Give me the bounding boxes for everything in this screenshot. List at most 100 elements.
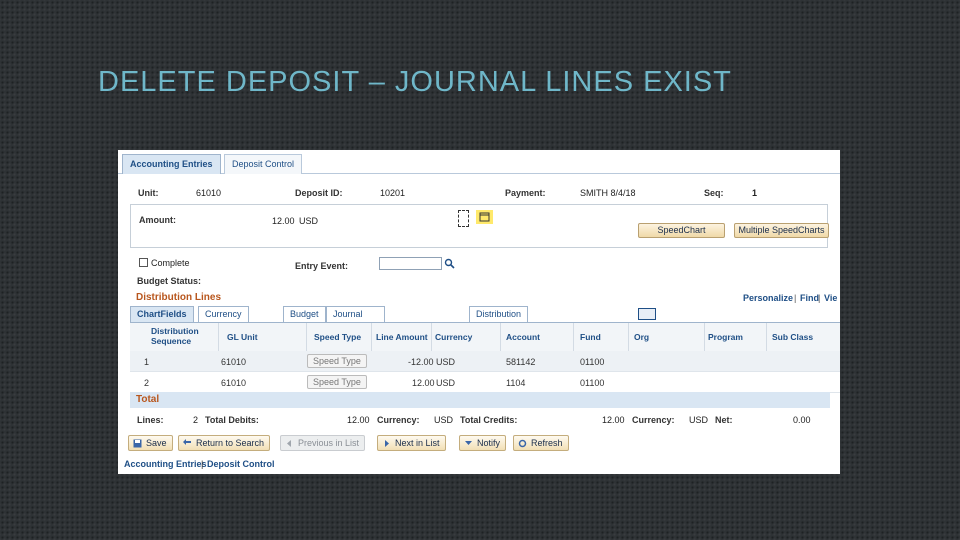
total-section-header: Total — [130, 392, 830, 408]
speed-type-button[interactable]: Speed Type — [307, 354, 367, 368]
previous-icon — [287, 440, 291, 447]
slide-title: DELETE DEPOSIT – JOURNAL LINES EXIST — [98, 66, 732, 98]
total-currency-value: USD — [434, 415, 454, 425]
refresh-icon — [518, 439, 527, 448]
unit-value: 61010 — [196, 188, 222, 198]
col-distribution-sequence: Distribution Sequence — [151, 326, 199, 346]
find-link[interactable]: Find — [800, 293, 819, 303]
total-currency2-label: Currency: — [632, 415, 675, 425]
row-line-amount[interactable]: 12.00 — [412, 378, 435, 388]
seq-label: Seq: — [704, 188, 724, 198]
row-account[interactable]: 581142 — [506, 357, 535, 367]
total-lines-label: Lines: — [137, 415, 164, 425]
col-speed-type: Speed Type — [314, 332, 362, 342]
seq-value: 1 — [752, 188, 758, 198]
amount-currency: USD — [299, 216, 319, 226]
row-gl-unit[interactable]: 61010 — [221, 378, 246, 388]
col-line-amount: Line Amount — [376, 332, 428, 342]
col-gl-unit: GL Unit — [227, 332, 258, 342]
grid-column-header: Distribution Sequence GL Unit Speed Type… — [130, 322, 840, 352]
next-in-list-button[interactable]: Next in List — [377, 435, 446, 451]
complete-label: Complete — [151, 258, 190, 268]
speed-type-button[interactable]: Speed Type — [307, 375, 367, 389]
row-seq: 2 — [144, 378, 150, 388]
total-debits-label: Total Debits: — [205, 415, 259, 425]
amount-value: 12.00 — [272, 216, 295, 226]
show-all-columns-icon[interactable] — [638, 308, 656, 320]
total-credits-label: Total Credits: — [460, 415, 518, 425]
refresh-button[interactable]: Refresh — [513, 435, 569, 451]
entry-event-input[interactable] — [379, 257, 442, 270]
table-row: 1 61010 Speed Type -12.00 USD 581142 011… — [130, 351, 840, 372]
payment-label: Payment: — [505, 188, 546, 198]
page-tabs: Accounting Entries Deposit Control — [118, 150, 840, 174]
previous-in-list-label: Previous in List — [298, 438, 360, 448]
tab-currency-details[interactable]: Currency Details — [198, 306, 249, 333]
notify-button[interactable]: Notify — [459, 435, 507, 451]
total-title: Total — [136, 394, 160, 405]
grid-link-separator: | — [818, 293, 821, 303]
notify-label: Notify — [477, 438, 501, 448]
payment-value: SMITH 8/4/18 — [580, 188, 636, 198]
document-icon[interactable] — [458, 210, 469, 227]
save-icon — [133, 439, 142, 448]
next-icon — [385, 440, 389, 447]
next-in-list-label: Next in List — [395, 438, 440, 448]
view-link[interactable]: Vie — [824, 293, 837, 303]
tab-journal-reference[interactable]: Journal Reference Information — [326, 306, 386, 347]
return-arrow-icon — [183, 439, 191, 445]
row-fund[interactable]: 01100 — [580, 378, 604, 388]
row-line-amount[interactable]: -12.00 — [408, 357, 434, 367]
col-program: Program — [708, 332, 743, 342]
total-net-value: 0.00 — [793, 415, 811, 425]
tab-deposit-control[interactable]: Deposit Control — [224, 154, 303, 174]
amount-label: Amount: — [139, 215, 176, 225]
previous-in-list-button[interactable]: Previous in List — [280, 435, 366, 451]
total-lines-value: 2 — [193, 415, 199, 425]
col-org: Org — [634, 332, 650, 342]
personalize-link[interactable]: Personalize — [743, 293, 793, 303]
col-currency: Currency — [435, 332, 473, 342]
bottom-link-accounting-entries[interactable]: Accounting Entries — [124, 459, 207, 469]
return-to-search-button[interactable]: Return to Search — [178, 435, 271, 451]
grid-link-separator: | — [794, 293, 797, 303]
table-row: 2 61010 Speed Type 12.00 USD 1104 01100 — [130, 372, 840, 393]
col-sub-class: Sub Class — [772, 332, 814, 342]
tab-budget[interactable]: Budget — [283, 306, 326, 322]
multiple-speedcharts-button[interactable]: Multiple SpeedCharts — [734, 223, 829, 238]
lookup-icon[interactable] — [444, 258, 455, 269]
total-debits-value: 12.00 — [347, 415, 370, 425]
bottom-link-deposit-control[interactable]: Deposit Control — [207, 459, 275, 469]
peoplesoft-deposit-page: Accounting Entries Deposit Control Unit:… — [118, 150, 840, 474]
distribution-lines-title: Distribution Lines — [136, 292, 221, 303]
budget-status-label: Budget Status: — [137, 276, 201, 286]
total-credits-value: 12.00 — [602, 415, 625, 425]
entry-event-label: Entry Event: — [295, 261, 349, 271]
total-net-label: Net: — [715, 415, 733, 425]
tab-distribution-creation[interactable]: Distribution Creation / Update Details — [469, 306, 529, 361]
total-currency-label: Currency: — [377, 415, 420, 425]
row-gl-unit[interactable]: 61010 — [221, 357, 246, 367]
tab-accounting-entries[interactable]: Accounting Entries — [122, 154, 221, 174]
row-account[interactable]: 1104 — [506, 378, 525, 388]
complete-checkbox[interactable] — [139, 258, 148, 267]
speedchart-button[interactable]: SpeedChart — [638, 223, 725, 238]
refresh-label: Refresh — [531, 438, 563, 448]
unit-label: Unit: — [138, 188, 159, 198]
calculator-icon[interactable] — [476, 210, 493, 224]
return-to-search-label: Return to Search — [196, 438, 265, 448]
deposit-id-label: Deposit ID: — [295, 188, 343, 198]
row-fund[interactable]: 01100 — [580, 357, 604, 367]
row-currency: USD — [436, 378, 456, 388]
amount-group: Amount: 12.00 USD SpeedChart Multiple Sp… — [130, 204, 829, 248]
row-currency: USD — [436, 357, 456, 367]
save-label: Save — [146, 438, 167, 448]
deposit-id-value: 10201 — [380, 188, 406, 198]
row-seq: 1 — [144, 357, 150, 367]
save-button[interactable]: Save — [128, 435, 173, 451]
col-fund: Fund — [580, 332, 601, 342]
tab-chartfields[interactable]: ChartFields — [130, 306, 194, 322]
notify-icon — [465, 441, 472, 445]
bottom-link-separator: | — [201, 459, 204, 469]
col-account: Account — [506, 332, 540, 342]
